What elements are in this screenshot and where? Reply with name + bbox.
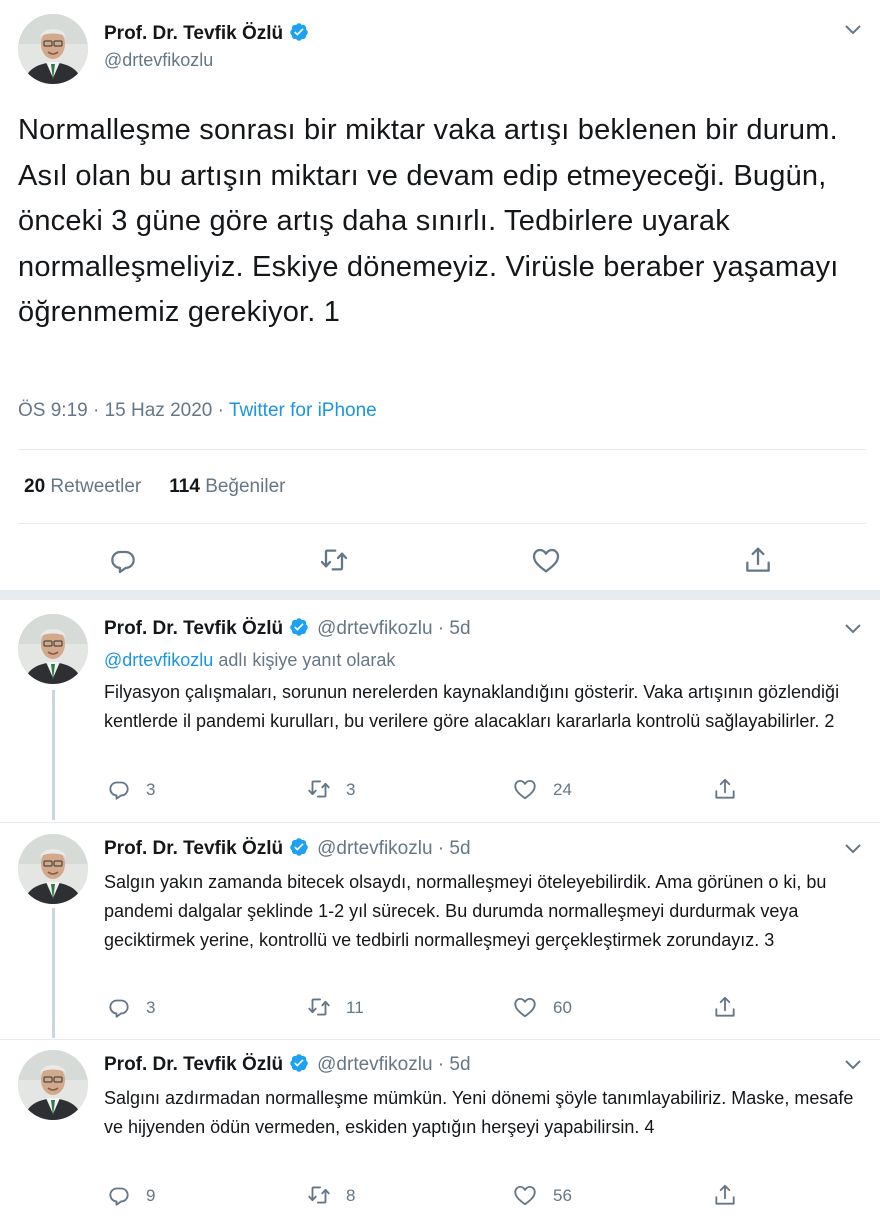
reply-text: Salgını azdırmadan normalleşme mümkün. Y… bbox=[104, 1088, 854, 1137]
reply-icon[interactable] bbox=[106, 1182, 132, 1208]
verified-badge-icon bbox=[289, 22, 309, 42]
reply-actions: 3 11 60 bbox=[0, 994, 880, 1024]
chevron-down-icon[interactable] bbox=[844, 843, 862, 855]
reply-author-row: Prof. Dr. Tevfik Özlü @drtevfikozlu · 5d bbox=[104, 837, 471, 860]
avatar-image bbox=[18, 14, 88, 84]
tweet-thread-page: Prof. Dr. Tevfik Özlü @drtevfikozlu Norm… bbox=[0, 0, 880, 1228]
reply-to-line: @drtevfikozlu adlı kişiye yanıt olarak bbox=[104, 650, 395, 671]
reply-author-name[interactable]: Prof. Dr. Tevfik Özlü bbox=[104, 1054, 283, 1075]
reply-icon[interactable] bbox=[107, 544, 139, 576]
retweet-icon[interactable] bbox=[306, 776, 332, 802]
reply-author-name[interactable]: Prof. Dr. Tevfik Özlü bbox=[104, 618, 283, 639]
avatar-image bbox=[18, 614, 88, 684]
verified-badge-icon bbox=[289, 837, 309, 857]
author-avatar[interactable] bbox=[18, 14, 88, 84]
share-icon[interactable] bbox=[712, 776, 738, 802]
tweet-time[interactable]: ÖS 9:19 bbox=[18, 400, 88, 421]
tweet-source-link[interactable]: Twitter for iPhone bbox=[229, 400, 377, 421]
verified-badge-icon bbox=[289, 617, 309, 637]
reply-author-row: Prof. Dr. Tevfik Özlü @drtevfikozlu · 5d bbox=[104, 617, 471, 640]
retweets-count: 20 bbox=[24, 476, 46, 497]
likes-count: 114 bbox=[169, 476, 200, 497]
retweets-label: Retweetler bbox=[50, 476, 142, 497]
reply-text: Filyasyon çalışmaları, sorunun nerelerde… bbox=[104, 682, 840, 731]
tweet-meta: ÖS 9:19 · 15 Haz 2020 · Twitter for iPho… bbox=[18, 400, 377, 422]
like-count: 56 bbox=[553, 1186, 572, 1205]
reply-to-mention[interactable]: @drtevfikozlu bbox=[104, 650, 213, 670]
chevron-down-icon[interactable] bbox=[844, 24, 862, 36]
heart-icon[interactable] bbox=[512, 776, 538, 802]
main-tweet-actions bbox=[0, 544, 880, 578]
divider bbox=[18, 449, 866, 450]
reply-handle-time[interactable]: @drtevfikozlu · 5d bbox=[317, 838, 470, 859]
reply-handle-time[interactable]: @drtevfikozlu · 5d bbox=[317, 1054, 470, 1075]
meta-separator: · bbox=[93, 400, 105, 421]
divider bbox=[0, 1039, 880, 1040]
reply-to-text: adlı kişiye yanıt olarak bbox=[213, 650, 396, 670]
like-count: 24 bbox=[553, 780, 572, 799]
reply-actions: 9 8 56 bbox=[0, 1182, 880, 1212]
share-icon[interactable] bbox=[712, 1182, 738, 1208]
reply-count: 9 bbox=[146, 1186, 156, 1205]
reply-count: 3 bbox=[146, 780, 156, 799]
author-handle[interactable]: @drtevfikozlu bbox=[104, 50, 213, 71]
reply-icon[interactable] bbox=[106, 994, 132, 1020]
reply-avatar[interactable] bbox=[18, 834, 88, 904]
retweet-icon[interactable] bbox=[306, 994, 332, 1020]
tweet-date[interactable]: 15 Haz 2020 bbox=[105, 400, 213, 421]
reply-avatar[interactable] bbox=[18, 614, 88, 684]
like-count: 60 bbox=[553, 998, 572, 1017]
likes-label: Beğeniler bbox=[205, 476, 286, 497]
reply-count: 3 bbox=[146, 998, 156, 1017]
avatar-image bbox=[18, 1050, 88, 1120]
reply-avatar[interactable] bbox=[18, 1050, 88, 1120]
meta-separator: · bbox=[217, 400, 229, 421]
verified-badge-icon bbox=[289, 1053, 309, 1073]
reply-handle-time[interactable]: @drtevfikozlu · 5d bbox=[317, 618, 470, 639]
retweet-count: 11 bbox=[346, 998, 364, 1017]
avatar-image bbox=[18, 834, 88, 904]
section-separator bbox=[0, 590, 880, 600]
share-icon[interactable] bbox=[712, 994, 738, 1020]
reply-icon[interactable] bbox=[106, 776, 132, 802]
retweet-icon[interactable] bbox=[306, 1182, 332, 1208]
retweet-icon[interactable] bbox=[318, 544, 350, 576]
heart-icon[interactable] bbox=[512, 994, 538, 1020]
chevron-down-icon[interactable] bbox=[844, 1059, 862, 1071]
reply-actions: 3 3 24 bbox=[0, 776, 880, 806]
author-name-row[interactable]: Prof. Dr. Tevfik Özlü bbox=[104, 22, 309, 45]
reply-author-row: Prof. Dr. Tevfik Özlü @drtevfikozlu · 5d bbox=[104, 1053, 471, 1076]
share-icon[interactable] bbox=[742, 544, 774, 576]
heart-icon[interactable] bbox=[530, 544, 562, 576]
reply-text: Salgın yakın zamanda bitecek olsaydı, no… bbox=[104, 872, 827, 950]
likes-stat[interactable]: 114 Beğeniler bbox=[169, 476, 285, 497]
tweet-stats: 20 Retweetler 114 Beğeniler bbox=[24, 476, 285, 498]
main-tweet-text: Normalleşme sonrası bir miktar vaka artı… bbox=[18, 114, 839, 328]
retweets-stat[interactable]: 20 Retweetler bbox=[24, 476, 141, 497]
retweet-count: 8 bbox=[346, 1186, 356, 1205]
retweet-count: 3 bbox=[346, 780, 356, 799]
heart-icon[interactable] bbox=[512, 1182, 538, 1208]
reply-author-name[interactable]: Prof. Dr. Tevfik Özlü bbox=[104, 838, 283, 859]
divider bbox=[0, 822, 880, 823]
author-name[interactable]: Prof. Dr. Tevfik Özlü bbox=[104, 23, 283, 44]
chevron-down-icon[interactable] bbox=[844, 623, 862, 635]
divider bbox=[18, 523, 866, 524]
